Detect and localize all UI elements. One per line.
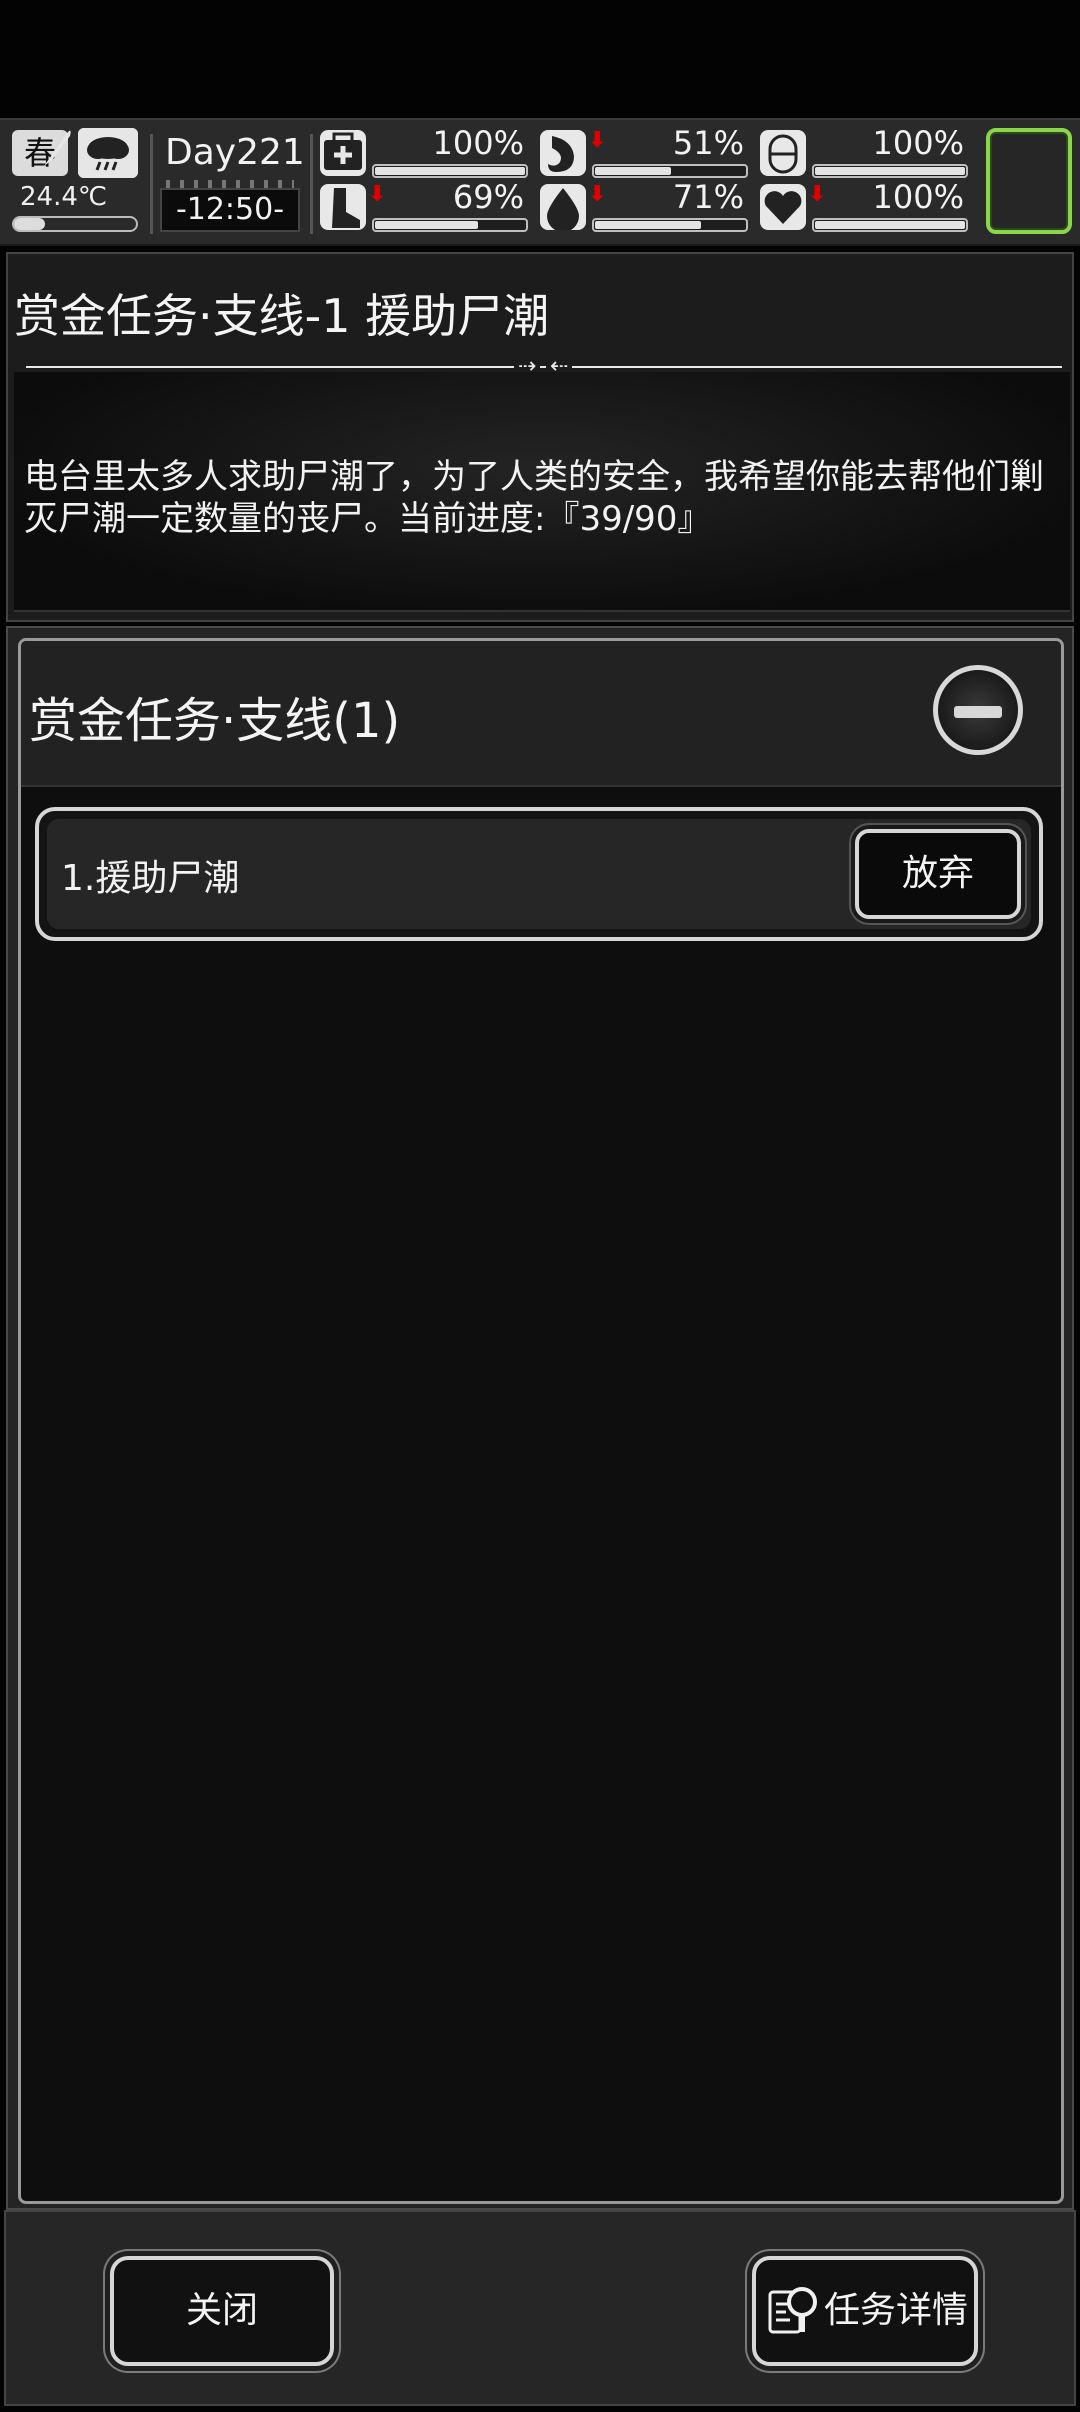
vital-stat-bar-fill [595, 167, 671, 175]
quest-description-body: 电台里太多人求助尸潮了，为了人类的安全，我希望你能去帮他们剿灭尸潮一定数量的丧尸… [14, 372, 1070, 612]
pill-icon [760, 130, 806, 176]
leg-icon [320, 184, 366, 230]
vital-stat-value: 100% [432, 124, 524, 162]
quest-description-panel: 赏金任务·支线-1 援助尸潮 ⇢ ⇠ 电台里太多人求助尸潮了，为了人类的安全，我… [6, 252, 1074, 622]
status-separator [150, 134, 153, 234]
quest-list-item[interactable]: 1.援助尸潮 放弃 [35, 807, 1043, 941]
vital-stat-bar-fill [375, 167, 525, 175]
vital-stat-bar-fill [375, 221, 478, 229]
water-drop-icon [540, 184, 586, 232]
decreasing-arrow-icon: ⬇ [588, 128, 607, 153]
quill-icon [40, 126, 74, 170]
vital-stat-value: 100% [872, 124, 964, 162]
vital-stat-value: 71% [672, 178, 744, 216]
vital-stat-bar [372, 164, 528, 178]
vital-stat: ⬇ 71% [540, 178, 750, 234]
ornamental-divider: ⇢ ⇠ [26, 354, 1062, 379]
vital-stat-bar [812, 164, 968, 178]
status-separator [310, 134, 313, 234]
vital-stat-bar-fill [815, 221, 965, 229]
heart-icon [760, 184, 806, 230]
decreasing-arrow-icon: ⬇ [588, 182, 607, 207]
close-button[interactable]: 关闭 [110, 2256, 334, 2366]
vital-stat: 100% [320, 124, 530, 180]
quest-list-frame: 赏金任务·支线(1) 1.援助尸潮 放弃 [18, 638, 1064, 2204]
equipped-item-slot[interactable] [986, 128, 1072, 234]
vital-stat: ⬇ 69% [320, 178, 530, 234]
quest-category-header[interactable]: 赏金任务·支线(1) [21, 641, 1061, 787]
quest-details-button[interactable]: 任务详情 [752, 2256, 978, 2366]
decreasing-arrow-icon: ⬇ [808, 182, 827, 207]
vital-stat-bar [372, 218, 528, 232]
quest-item-label: 1.援助尸潮 [61, 858, 240, 899]
vital-stat-bar [592, 164, 748, 178]
clock-ticks [166, 180, 294, 188]
collapse-button[interactable] [933, 665, 1023, 755]
temperature-bar-fill [14, 218, 45, 230]
decreasing-arrow-icon: ⬇ [368, 182, 387, 207]
vital-stat-bar-fill [595, 221, 701, 229]
stomach-icon [540, 130, 586, 176]
quest-magnifier-icon [768, 2282, 820, 2338]
quest-category-title: 赏金任务·支线(1) [29, 693, 401, 749]
abandon-button[interactable]: 放弃 [855, 829, 1021, 919]
quest-title: 赏金任务·支线-1 援助尸潮 [14, 289, 550, 343]
vital-stat-value: 51% [672, 124, 744, 162]
vital-stat-bar-fill [815, 167, 965, 175]
vital-stat: 100% [760, 124, 970, 180]
vital-stat: ⬇ 51% [540, 124, 750, 180]
quest-description-text: 电台里太多人求助尸潮了，为了人类的安全，我希望你能去帮他们剿灭尸潮一定数量的丧尸… [24, 457, 1044, 539]
medkit-icon [320, 130, 366, 176]
temperature-readout: 24.4℃ [20, 182, 108, 212]
vital-stat-bar [812, 218, 968, 232]
quest-list-panel: 赏金任务·支线(1) 1.援助尸潮 放弃 [6, 626, 1074, 2210]
rain-cloud-icon [78, 128, 138, 178]
vital-stat: ⬇ 100% [760, 178, 970, 234]
temperature-bar [12, 216, 138, 232]
vital-stat-value: 69% [452, 178, 524, 216]
quest-list-item-body: 1.援助尸潮 放弃 [47, 819, 1031, 929]
game-clock: -12:50- [160, 188, 300, 232]
vital-stat-value: 100% [872, 178, 964, 216]
vital-stat-bar [592, 218, 748, 232]
quest-details-label: 任务详情 [824, 2290, 969, 2331]
day-counter: Day221 [165, 132, 305, 173]
bottom-bar: 关闭 任务详情 [4, 2210, 1076, 2406]
minus-icon [954, 706, 1002, 718]
status-bar: 春 24.4℃ Day221 -12:50- 100% ⬇ 51% 100% ⬇ 69% ⬇… [0, 118, 1080, 246]
